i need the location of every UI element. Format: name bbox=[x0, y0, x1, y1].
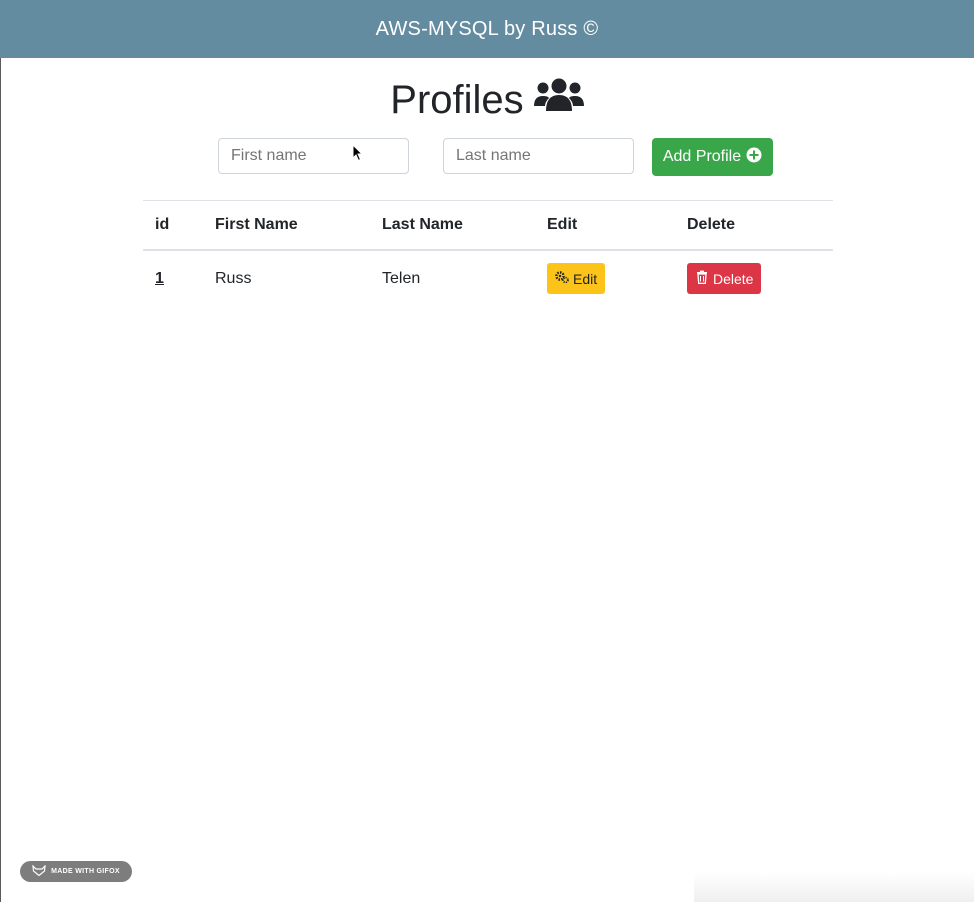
profile-id-link[interactable]: 1 bbox=[155, 270, 164, 287]
gears-icon bbox=[555, 270, 569, 287]
column-header-first-name: First Name bbox=[203, 200, 370, 251]
cell-delete: Delete bbox=[675, 250, 833, 306]
delete-button[interactable]: Delete bbox=[687, 263, 762, 294]
last-name-input[interactable] bbox=[443, 138, 634, 174]
fox-logo-icon bbox=[32, 864, 46, 878]
page-title: Profiles bbox=[0, 74, 974, 126]
window-edge bbox=[0, 0, 1, 902]
delete-button-label: Delete bbox=[713, 270, 754, 287]
column-header-delete: Delete bbox=[675, 200, 833, 251]
profiles-table: id First Name Last Name Edit Delete 1 Ru… bbox=[143, 200, 833, 306]
edit-button[interactable]: Edit bbox=[547, 263, 606, 294]
gifox-badge-text: MADE WITH GIFOX bbox=[51, 868, 120, 875]
gifox-badge: MADE WITH GIFOX bbox=[20, 861, 132, 882]
table-header-row: id First Name Last Name Edit Delete bbox=[143, 200, 833, 251]
column-header-id: id bbox=[143, 200, 203, 251]
mouse-cursor-icon bbox=[352, 143, 364, 162]
column-header-edit: Edit bbox=[535, 200, 675, 251]
cell-id: 1 bbox=[143, 250, 203, 306]
add-profile-label: Add Profile bbox=[662, 148, 742, 165]
column-header-last-name: Last Name bbox=[370, 200, 535, 251]
users-icon bbox=[533, 75, 584, 125]
cell-last-name: Telen bbox=[382, 269, 421, 287]
edit-button-label: Edit bbox=[573, 270, 598, 287]
plus-circle-icon bbox=[746, 147, 762, 168]
first-name-input[interactable] bbox=[218, 138, 409, 174]
navbar-title: AWS-MYSQL by Russ © bbox=[375, 17, 599, 40]
cell-first-name: Russ bbox=[215, 269, 252, 287]
navbar: AWS-MYSQL by Russ © bbox=[0, 0, 974, 58]
page-heading: Profiles bbox=[390, 77, 524, 122]
trash-icon bbox=[695, 270, 709, 287]
add-profile-button[interactable]: Add Profile bbox=[652, 138, 773, 176]
corner-shadow bbox=[694, 872, 974, 902]
table-row: 1 Russ Telen Edit Delete bbox=[143, 250, 833, 306]
cell-edit: Edit bbox=[535, 250, 675, 306]
